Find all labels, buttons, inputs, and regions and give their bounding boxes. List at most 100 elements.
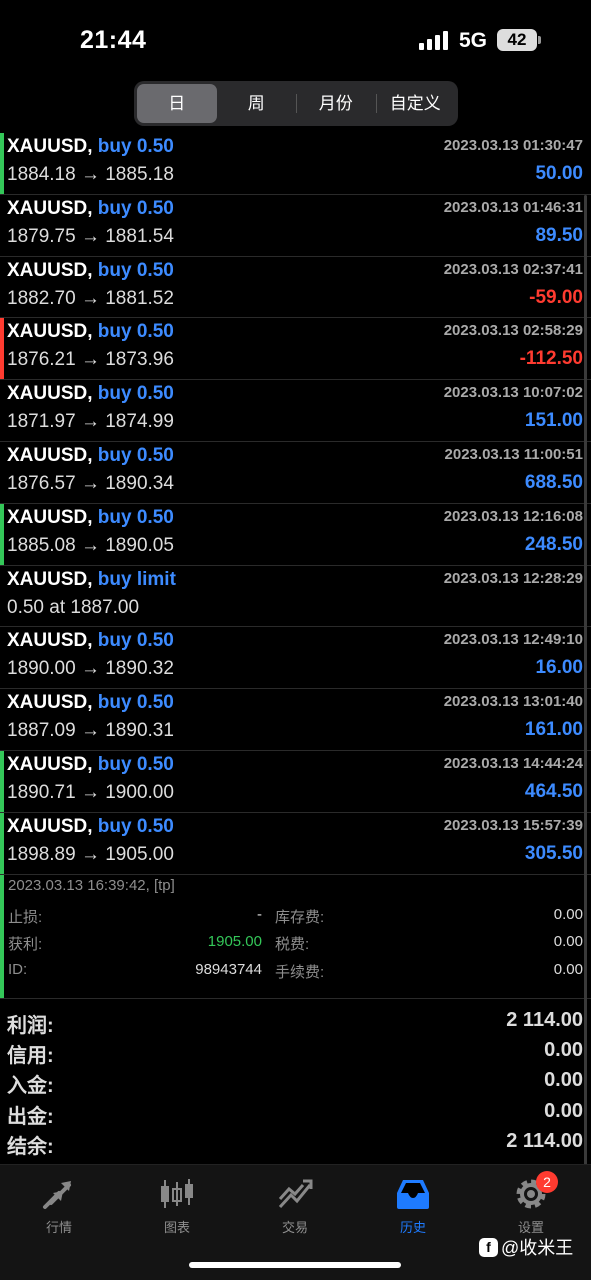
segment-3[interactable]: 自定义 <box>375 84 456 123</box>
symbol-name: XAUUSD, <box>7 815 98 837</box>
trade-time: 2023.03.13 01:46:31 <box>443 198 583 216</box>
summary-label: 入金: <box>7 1075 54 1098</box>
tab-trade-trend[interactable]: 交易 <box>236 1175 354 1236</box>
summary-row: 结余: 2 114.00 <box>0 1128 591 1158</box>
summary-label: 信用: <box>7 1045 54 1068</box>
trade-type: buy 0.50 <box>97 383 174 405</box>
trade-profit: -112.50 <box>519 348 583 370</box>
symbol-name: XAUUSD, <box>7 197 98 219</box>
battery-icon: 42 <box>497 29 541 51</box>
swap-value: 0.00 <box>553 905 583 923</box>
summary-row: 信用: 0.00 <box>0 1037 591 1067</box>
period-segmented-control: 日周月份 自定义 <box>134 81 458 126</box>
network-type: 5G <box>459 29 488 52</box>
trade-row[interactable]: XAUUSD, buy 0.50 2023.03.13 14:44:24 1890.… <box>0 750 591 813</box>
trade-row[interactable]: XAUUSD, buy 0.50 2023.03.13 02:37:41 1882.… <box>0 257 591 319</box>
trade-type: buy 0.50 <box>97 259 174 281</box>
summary-value: 0.00 <box>544 1039 583 1062</box>
segment-2[interactable]: 月份 <box>296 84 376 123</box>
tab-candlestick-chart[interactable]: 图表 <box>118 1175 236 1236</box>
trade-prices: 1890.71 → 1900.00 <box>7 781 174 803</box>
trade-marker <box>0 812 4 874</box>
segment-0[interactable]: 日 <box>137 84 217 123</box>
trade-time: 2023.03.13 13:01:40 <box>443 693 583 711</box>
stop-loss-value: - <box>257 905 262 923</box>
home-indicator[interactable] <box>189 1262 401 1268</box>
trade-row[interactable]: XAUUSD, buy 0.50 2023.03.13 12:49:10 1890.… <box>0 627 591 690</box>
symbol-name: XAUUSD, <box>7 383 98 405</box>
clock: 21:44 <box>80 26 147 54</box>
summary-row: 出金: 0.00 <box>0 1098 591 1128</box>
symbol-name: XAUUSD, <box>7 506 98 528</box>
cellular-signal-icon <box>419 30 451 50</box>
watermark: f @收米王 <box>479 1234 573 1260</box>
watermark-text: @收米王 <box>501 1238 574 1258</box>
summary-label: 结余: <box>7 1135 54 1158</box>
symbol-name: XAUUSD, <box>7 136 98 157</box>
trade-time: 2023.03.13 01:30:47 <box>443 137 583 154</box>
history-tray-icon <box>354 1175 472 1213</box>
trade-row[interactable]: XAUUSD, buy 0.50 2023.03.13 02:58:29 1876.… <box>0 318 591 381</box>
tax-value: 0.00 <box>553 933 583 951</box>
symbol-name: XAUUSD, <box>7 753 98 775</box>
trade-prices: 1885.08 → 1890.05 <box>7 534 174 556</box>
tab-history-tray[interactable]: 历史 <box>354 1175 472 1236</box>
trade-prices: 1879.75 → 1881.54 <box>7 225 174 247</box>
trade-symbol: XAUUSD, buy 0.50 <box>7 260 174 282</box>
trade-marker <box>0 503 4 565</box>
trade-type: buy 0.50 <box>97 753 174 775</box>
trade-profit: 89.50 <box>535 224 583 246</box>
trade-time: 2023.03.13 10:07:02 <box>443 384 583 402</box>
trade-type: buy 0.50 <box>97 321 174 343</box>
trade-prices: 1887.09 → 1890.31 <box>7 720 174 742</box>
details-row: 获利: 1905.00 税费: 0.00 <box>8 933 583 957</box>
tab-gear[interactable]: 2 设置 <box>472 1171 590 1236</box>
quotes-arrows-icon <box>0 1175 118 1213</box>
trade-row[interactable]: XAUUSD, buy 0.50 2023.03.13 01:30:47 1884.… <box>0 133 591 195</box>
gear-icon <box>472 1175 590 1213</box>
details-row: ID: 98943744 手续费: 0.00 <box>8 961 583 985</box>
trade-type: buy 0.50 <box>97 815 174 837</box>
symbol-name: XAUUSD, <box>7 568 98 590</box>
summary-value: 2 114.00 <box>506 1129 583 1152</box>
trade-row[interactable]: XAUUSD, buy 0.50 2023.03.13 15:57:39 1898.… <box>0 812 591 875</box>
summary-value: 0.00 <box>544 1099 583 1122</box>
take-profit-label: 获利: <box>8 936 43 954</box>
commission-label: 手续费: <box>275 963 325 981</box>
trade-type: buy 0.50 <box>97 197 174 219</box>
trade-row[interactable]: XAUUSD, buy 0.50 2023.03.13 01:46:31 1879.… <box>0 195 591 257</box>
symbol-name: XAUUSD, <box>7 444 98 466</box>
trade-symbol: XAUUSD, buy 0.50 <box>7 630 174 652</box>
trade-profit: 16.00 <box>535 657 583 679</box>
trade-row[interactable]: XAUUSD, buy 0.50 2023.03.13 12:16:08 1885.… <box>0 503 591 566</box>
swap-label: 库存费: <box>275 908 325 926</box>
trade-time: 2023.03.13 15:57:39 <box>443 816 583 834</box>
tab-label: 交易 <box>281 1220 308 1235</box>
trade-type: buy 0.50 <box>97 630 174 652</box>
trade-details: 2023.03.13 16:39:42, [tp] 止损: - 库存费: 0.00 获利:… <box>0 874 591 999</box>
tab-label: 行情 <box>45 1220 72 1235</box>
symbol-name: XAUUSD, <box>7 630 98 652</box>
segment-1[interactable]: 周 <box>217 84 297 123</box>
trade-symbol: XAUUSD, buy 0.50 <box>7 383 174 405</box>
trade-symbol: XAUUSD, buy limit <box>7 569 176 591</box>
summary-value: 2 114.00 <box>506 1009 583 1031</box>
history-list[interactable]: XAUUSD, buy 0.50 2023.03.13 01:30:47 1884.… <box>0 133 591 999</box>
tab-quotes-arrows[interactable]: 行情 <box>0 1175 118 1236</box>
details-meta: 2023.03.13 16:39:42, [tp] <box>8 876 175 894</box>
trade-symbol: XAUUSD, buy 0.50 <box>7 198 174 220</box>
candlestick-chart-icon <box>118 1175 236 1213</box>
trade-row[interactable]: XAUUSD, buy 0.50 2023.03.13 10:07:02 1871.… <box>0 380 591 442</box>
trade-type: buy 0.50 <box>97 444 174 466</box>
trade-row[interactable]: XAUUSD, buy limit 2023.03.13 12:28:29 0.50… <box>0 566 591 628</box>
trade-symbol: XAUUSD, buy 0.50 <box>7 507 174 529</box>
trade-row[interactable]: XAUUSD, buy 0.50 2023.03.13 11:00:51 1876.… <box>0 442 591 504</box>
trade-row[interactable]: XAUUSD, buy 0.50 2023.03.13 13:01:40 1887.… <box>0 689 591 751</box>
trade-marker <box>0 318 4 380</box>
trade-time: 2023.03.13 14:44:24 <box>443 754 583 772</box>
tax-label: 税费: <box>275 936 310 954</box>
symbol-name: XAUUSD, <box>7 321 98 343</box>
trade-profit: 248.50 <box>524 533 583 555</box>
summary-row: 利润: 2 114.00 <box>0 1007 591 1037</box>
trade-profit: 688.50 <box>524 471 583 493</box>
